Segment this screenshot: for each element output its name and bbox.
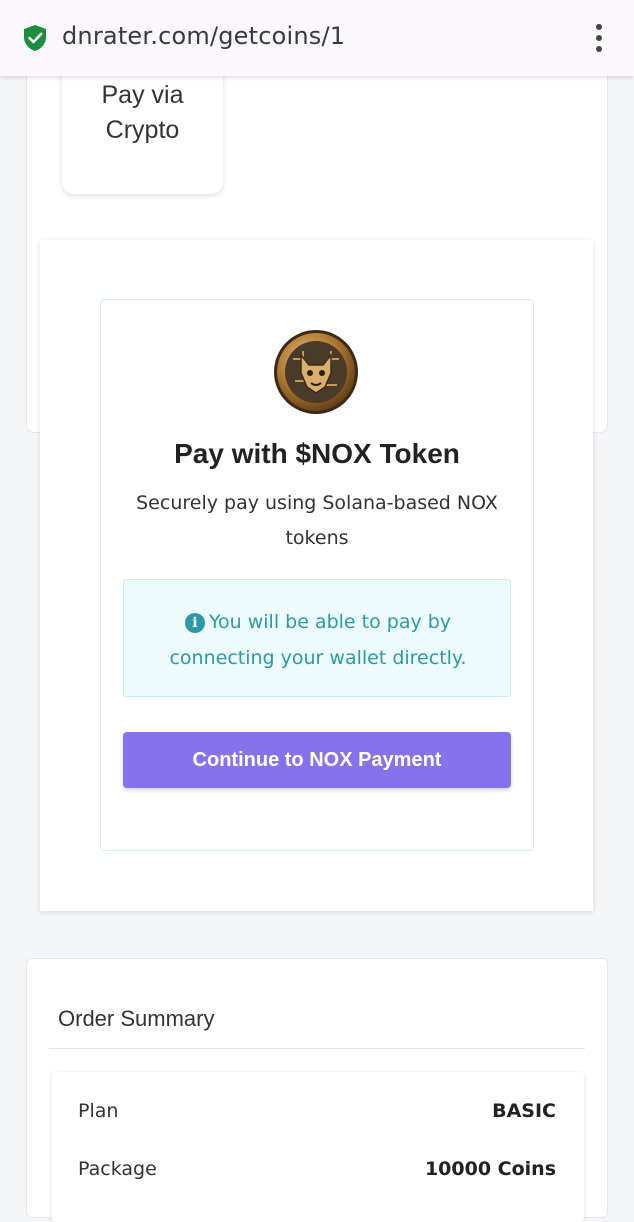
pay-via-label-line2: Crypto bbox=[105, 116, 180, 144]
token-title: Pay with $NOX Token bbox=[174, 438, 460, 469]
pay-via-label-line1: Pay via bbox=[101, 81, 184, 109]
package-label: Package bbox=[78, 1158, 157, 1180]
plan-label: Plan bbox=[78, 1100, 119, 1122]
browser-address-bar: dnrater.com/getcoins/1 bbox=[0, 0, 634, 76]
info-text: You will be able to pay by connecting yo… bbox=[169, 611, 467, 669]
pay-via-crypto-label: Pay via Crypto bbox=[62, 78, 223, 148]
more-vert-icon[interactable] bbox=[590, 24, 610, 52]
summary-divider bbox=[49, 1048, 585, 1049]
order-summary-title: Order Summary bbox=[58, 1006, 215, 1031]
info-circle-icon: i bbox=[184, 613, 205, 633]
info-text-wrap: i You will be able to pay by connecting y… bbox=[144, 604, 492, 676]
token-subtitle: Securely pay using Solana-based NOX toke… bbox=[136, 492, 498, 549]
continue-to-nox-payment-button[interactable]: Continue to NOX Payment bbox=[123, 732, 511, 788]
shield-check-icon bbox=[24, 25, 46, 51]
nox-token-coin-icon bbox=[274, 330, 358, 414]
url-text[interactable]: dnrater.com/getcoins/1 bbox=[62, 22, 345, 50]
package-value: 10000 Coins bbox=[424, 1158, 556, 1180]
wallet-info-alert: i You will be able to pay by connecting y… bbox=[123, 579, 511, 697]
plan-value: BASIC bbox=[492, 1100, 556, 1122]
